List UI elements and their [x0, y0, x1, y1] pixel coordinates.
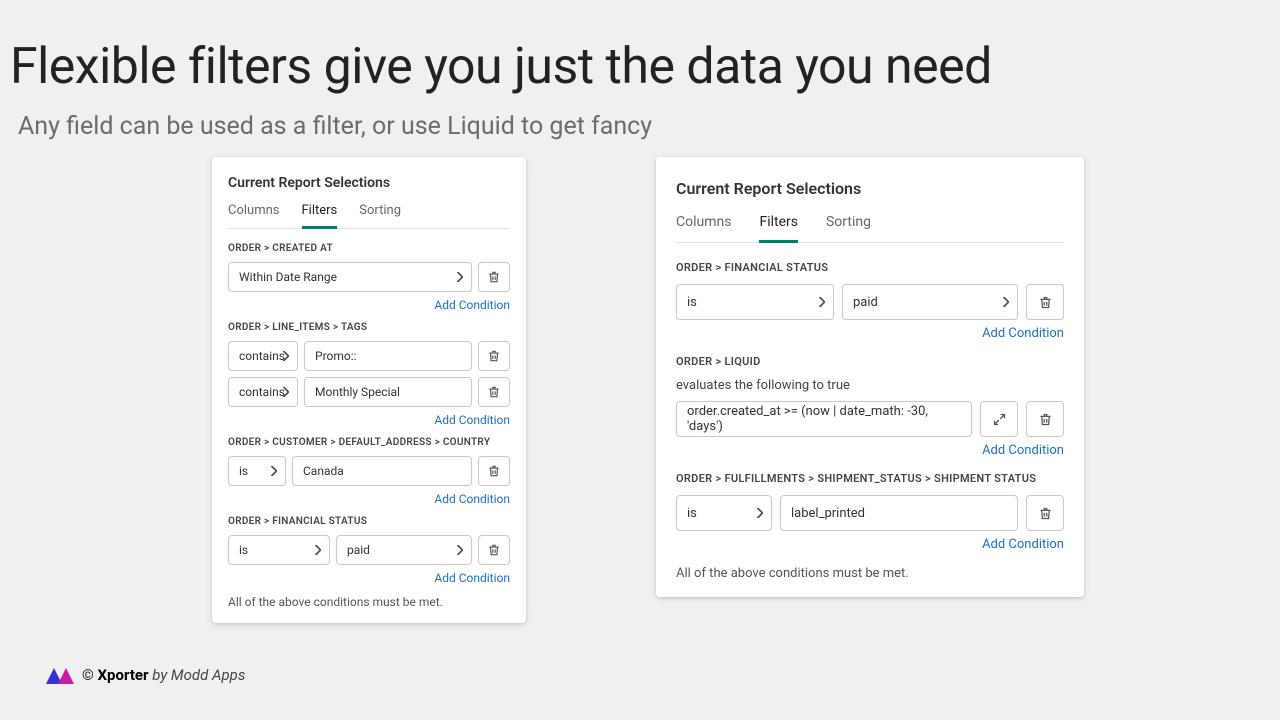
operator-select[interactable]: is — [676, 284, 834, 320]
delete-button[interactable] — [478, 535, 510, 565]
operator-select[interactable]: Within Date Range — [228, 262, 472, 292]
cards-container: Current Report Selections Columns Filter… — [0, 157, 1280, 623]
add-condition[interactable]: Add Condition — [676, 537, 1064, 552]
operator-select[interactable]: contains — [228, 377, 298, 407]
filter-label: ORDER > LINE_ITEMS > TAGS — [228, 322, 510, 333]
add-condition[interactable]: Add Condition — [228, 413, 510, 427]
add-condition[interactable]: Add Condition — [676, 326, 1064, 341]
trash-icon — [487, 464, 501, 478]
filter-label: ORDER > CREATED AT — [228, 243, 510, 254]
branding-text: © Xporter by Modd Apps — [82, 666, 245, 684]
filter-row: is label_printed — [676, 495, 1064, 531]
card-right: Current Report Selections Columns Filter… — [656, 157, 1084, 597]
value-input[interactable]: Monthly Special — [304, 377, 472, 407]
footer-note: All of the above conditions must be met. — [228, 595, 510, 609]
card-left: Current Report Selections Columns Filter… — [212, 157, 526, 623]
liquid-input[interactable]: order.created_at >= (now | date_math: -3… — [676, 401, 972, 437]
value-input[interactable]: Promo:: — [304, 341, 472, 371]
branding: © Xporter by Modd Apps — [46, 666, 245, 684]
delete-button[interactable] — [478, 262, 510, 292]
trash-icon — [487, 270, 501, 284]
filter-label: ORDER > FINANCIAL STATUS — [228, 516, 510, 527]
delete-button[interactable] — [1026, 401, 1064, 437]
tab-filters[interactable]: Filters — [302, 203, 338, 229]
expand-button[interactable] — [980, 401, 1018, 437]
add-condition[interactable]: Add Condition — [676, 443, 1064, 458]
page-subtitle: Any field can be used as a filter, or us… — [0, 96, 1280, 141]
tab-filters[interactable]: Filters — [759, 214, 798, 243]
filter-label: ORDER > FINANCIAL STATUS — [676, 261, 1064, 274]
tab-sorting[interactable]: Sorting — [359, 203, 401, 229]
tab-sorting[interactable]: Sorting — [826, 214, 871, 243]
trash-icon — [487, 543, 501, 557]
operator-select[interactable]: is — [676, 495, 772, 531]
tabs: Columns Filters Sorting — [676, 214, 1064, 243]
delete-button[interactable] — [478, 341, 510, 371]
add-condition[interactable]: Add Condition — [228, 298, 510, 312]
footer-note: All of the above conditions must be met. — [676, 566, 1064, 581]
tabs: Columns Filters Sorting — [228, 203, 510, 229]
operator-select[interactable]: contains — [228, 341, 298, 371]
delete-button[interactable] — [1026, 495, 1064, 531]
filter-row: order.created_at >= (now | date_math: -3… — [676, 401, 1064, 437]
trash-icon — [1038, 506, 1053, 521]
tab-columns[interactable]: Columns — [228, 203, 280, 229]
card-title: Current Report Selections — [228, 175, 510, 191]
filter-label: ORDER > FULFILLMENTS > SHIPMENT_STATUS >… — [676, 472, 1064, 485]
trash-icon — [1038, 295, 1053, 310]
delete-button[interactable] — [478, 456, 510, 486]
delete-button[interactable] — [1026, 284, 1064, 320]
operator-select[interactable]: is — [228, 535, 330, 565]
operator-select[interactable]: is — [228, 456, 286, 486]
filter-label: ORDER > CUSTOMER > DEFAULT_ADDRESS > COU… — [228, 437, 510, 448]
logo-icon — [46, 666, 74, 684]
filter-row: is paid — [228, 535, 510, 565]
page-title: Flexible filters give you just the data … — [0, 0, 1280, 96]
trash-icon — [487, 385, 501, 399]
filter-row: contains Monthly Special — [228, 377, 510, 407]
value-select[interactable]: paid — [842, 284, 1018, 320]
filter-description: evaluates the following to true — [676, 378, 1064, 393]
card-title: Current Report Selections — [676, 179, 1064, 198]
delete-button[interactable] — [478, 377, 510, 407]
value-input[interactable]: label_printed — [780, 495, 1018, 531]
filter-row: Within Date Range — [228, 262, 510, 292]
filter-row: is paid — [676, 284, 1064, 320]
tab-columns[interactable]: Columns — [676, 214, 731, 243]
add-condition[interactable]: Add Condition — [228, 492, 510, 506]
value-input[interactable]: Canada — [292, 456, 472, 486]
add-condition[interactable]: Add Condition — [228, 571, 510, 585]
filter-label: ORDER > LIQUID — [676, 355, 1064, 368]
filter-row: contains Promo:: — [228, 341, 510, 371]
trash-icon — [1038, 412, 1053, 427]
trash-icon — [487, 349, 501, 363]
value-select[interactable]: paid — [336, 535, 472, 565]
expand-icon — [992, 412, 1007, 427]
filter-row: is Canada — [228, 456, 510, 486]
